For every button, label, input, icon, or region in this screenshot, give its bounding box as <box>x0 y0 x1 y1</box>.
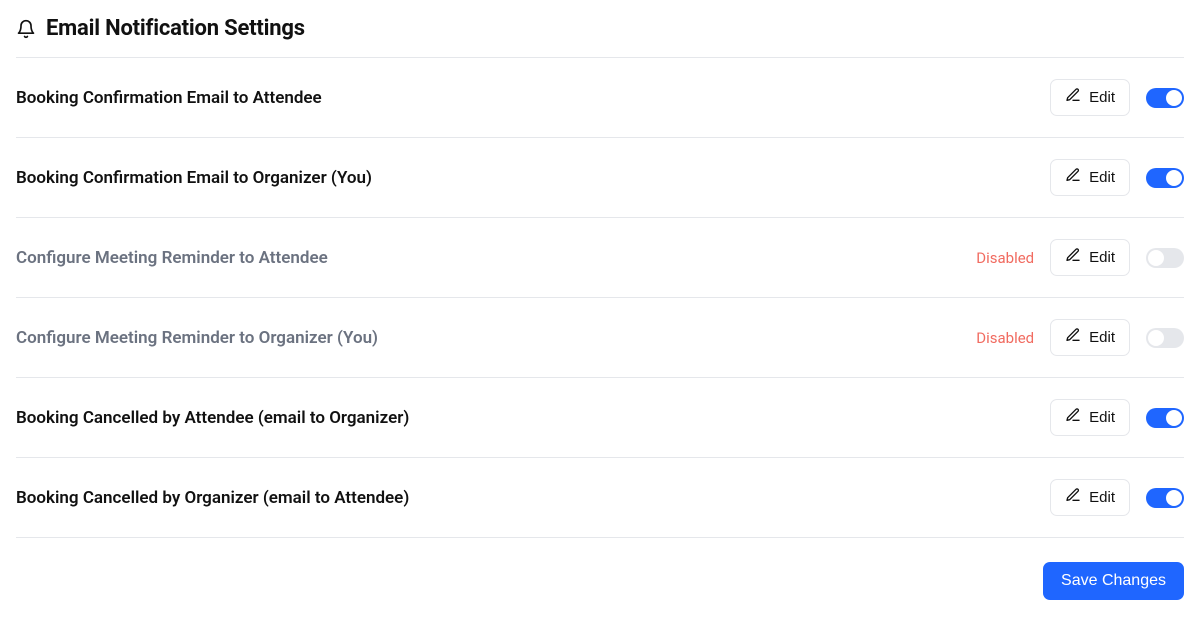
toggle-knob <box>1166 410 1182 426</box>
notification-row-title: Configure Meeting Reminder to Attendee <box>16 248 328 268</box>
pencil-icon <box>1065 87 1081 108</box>
enable-toggle[interactable] <box>1146 88 1184 108</box>
edit-button[interactable]: Edit <box>1050 79 1130 116</box>
edit-button-label: Edit <box>1089 409 1115 427</box>
pencil-icon <box>1065 407 1081 428</box>
bell-icon <box>16 19 36 39</box>
toggle-knob <box>1166 90 1182 106</box>
notification-row-title: Booking Cancelled by Organizer (email to… <box>16 488 409 508</box>
settings-rows: Booking Confirmation Email to Attendee Ed… <box>16 58 1184 538</box>
notification-row-controls: Edit <box>1050 399 1184 436</box>
notification-row: Booking Confirmation Email to Organizer … <box>16 138 1184 218</box>
notification-row: Booking Cancelled by Attendee (email to … <box>16 378 1184 458</box>
edit-button[interactable]: Edit <box>1050 239 1130 276</box>
pencil-icon <box>1065 247 1081 268</box>
disabled-status-badge: Disabled <box>976 249 1034 267</box>
enable-toggle[interactable] <box>1146 488 1184 508</box>
edit-button-label: Edit <box>1089 489 1115 507</box>
enable-toggle[interactable] <box>1146 328 1184 348</box>
toggle-knob <box>1166 490 1182 506</box>
notification-row-title: Booking Confirmation Email to Attendee <box>16 88 322 108</box>
edit-button[interactable]: Edit <box>1050 319 1130 356</box>
notification-row: Booking Cancelled by Organizer (email to… <box>16 458 1184 538</box>
notification-row: Configure Meeting Reminder to Attendee Di… <box>16 218 1184 298</box>
enable-toggle[interactable] <box>1146 408 1184 428</box>
disabled-status-badge: Disabled <box>976 329 1034 347</box>
edit-button-label: Edit <box>1089 89 1115 107</box>
enable-toggle[interactable] <box>1146 168 1184 188</box>
notification-row-title: Booking Confirmation Email to Organizer … <box>16 168 372 188</box>
edit-button-label: Edit <box>1089 249 1115 267</box>
notification-row-title: Booking Cancelled by Attendee (email to … <box>16 408 409 428</box>
page-title: Email Notification Settings <box>46 16 305 41</box>
edit-button-label: Edit <box>1089 329 1115 347</box>
footer: Save Changes <box>16 538 1184 600</box>
notification-row-controls: Disabled Edit <box>976 239 1184 276</box>
toggle-knob <box>1148 250 1164 266</box>
pencil-icon <box>1065 487 1081 508</box>
page-header: Email Notification Settings <box>16 16 1184 58</box>
notification-row-controls: Edit <box>1050 479 1184 516</box>
toggle-knob <box>1148 330 1164 346</box>
edit-button[interactable]: Edit <box>1050 159 1130 196</box>
notification-row-controls: Edit <box>1050 79 1184 116</box>
notification-row: Configure Meeting Reminder to Organizer … <box>16 298 1184 378</box>
edit-button[interactable]: Edit <box>1050 479 1130 516</box>
edit-button[interactable]: Edit <box>1050 399 1130 436</box>
notification-row: Booking Confirmation Email to Attendee Ed… <box>16 58 1184 138</box>
toggle-knob <box>1166 170 1182 186</box>
notification-row-title: Configure Meeting Reminder to Organizer … <box>16 328 378 348</box>
enable-toggle[interactable] <box>1146 248 1184 268</box>
notification-row-controls: Edit <box>1050 159 1184 196</box>
save-button[interactable]: Save Changes <box>1043 562 1184 600</box>
edit-button-label: Edit <box>1089 169 1115 187</box>
pencil-icon <box>1065 167 1081 188</box>
pencil-icon <box>1065 327 1081 348</box>
notification-row-controls: Disabled Edit <box>976 319 1184 356</box>
